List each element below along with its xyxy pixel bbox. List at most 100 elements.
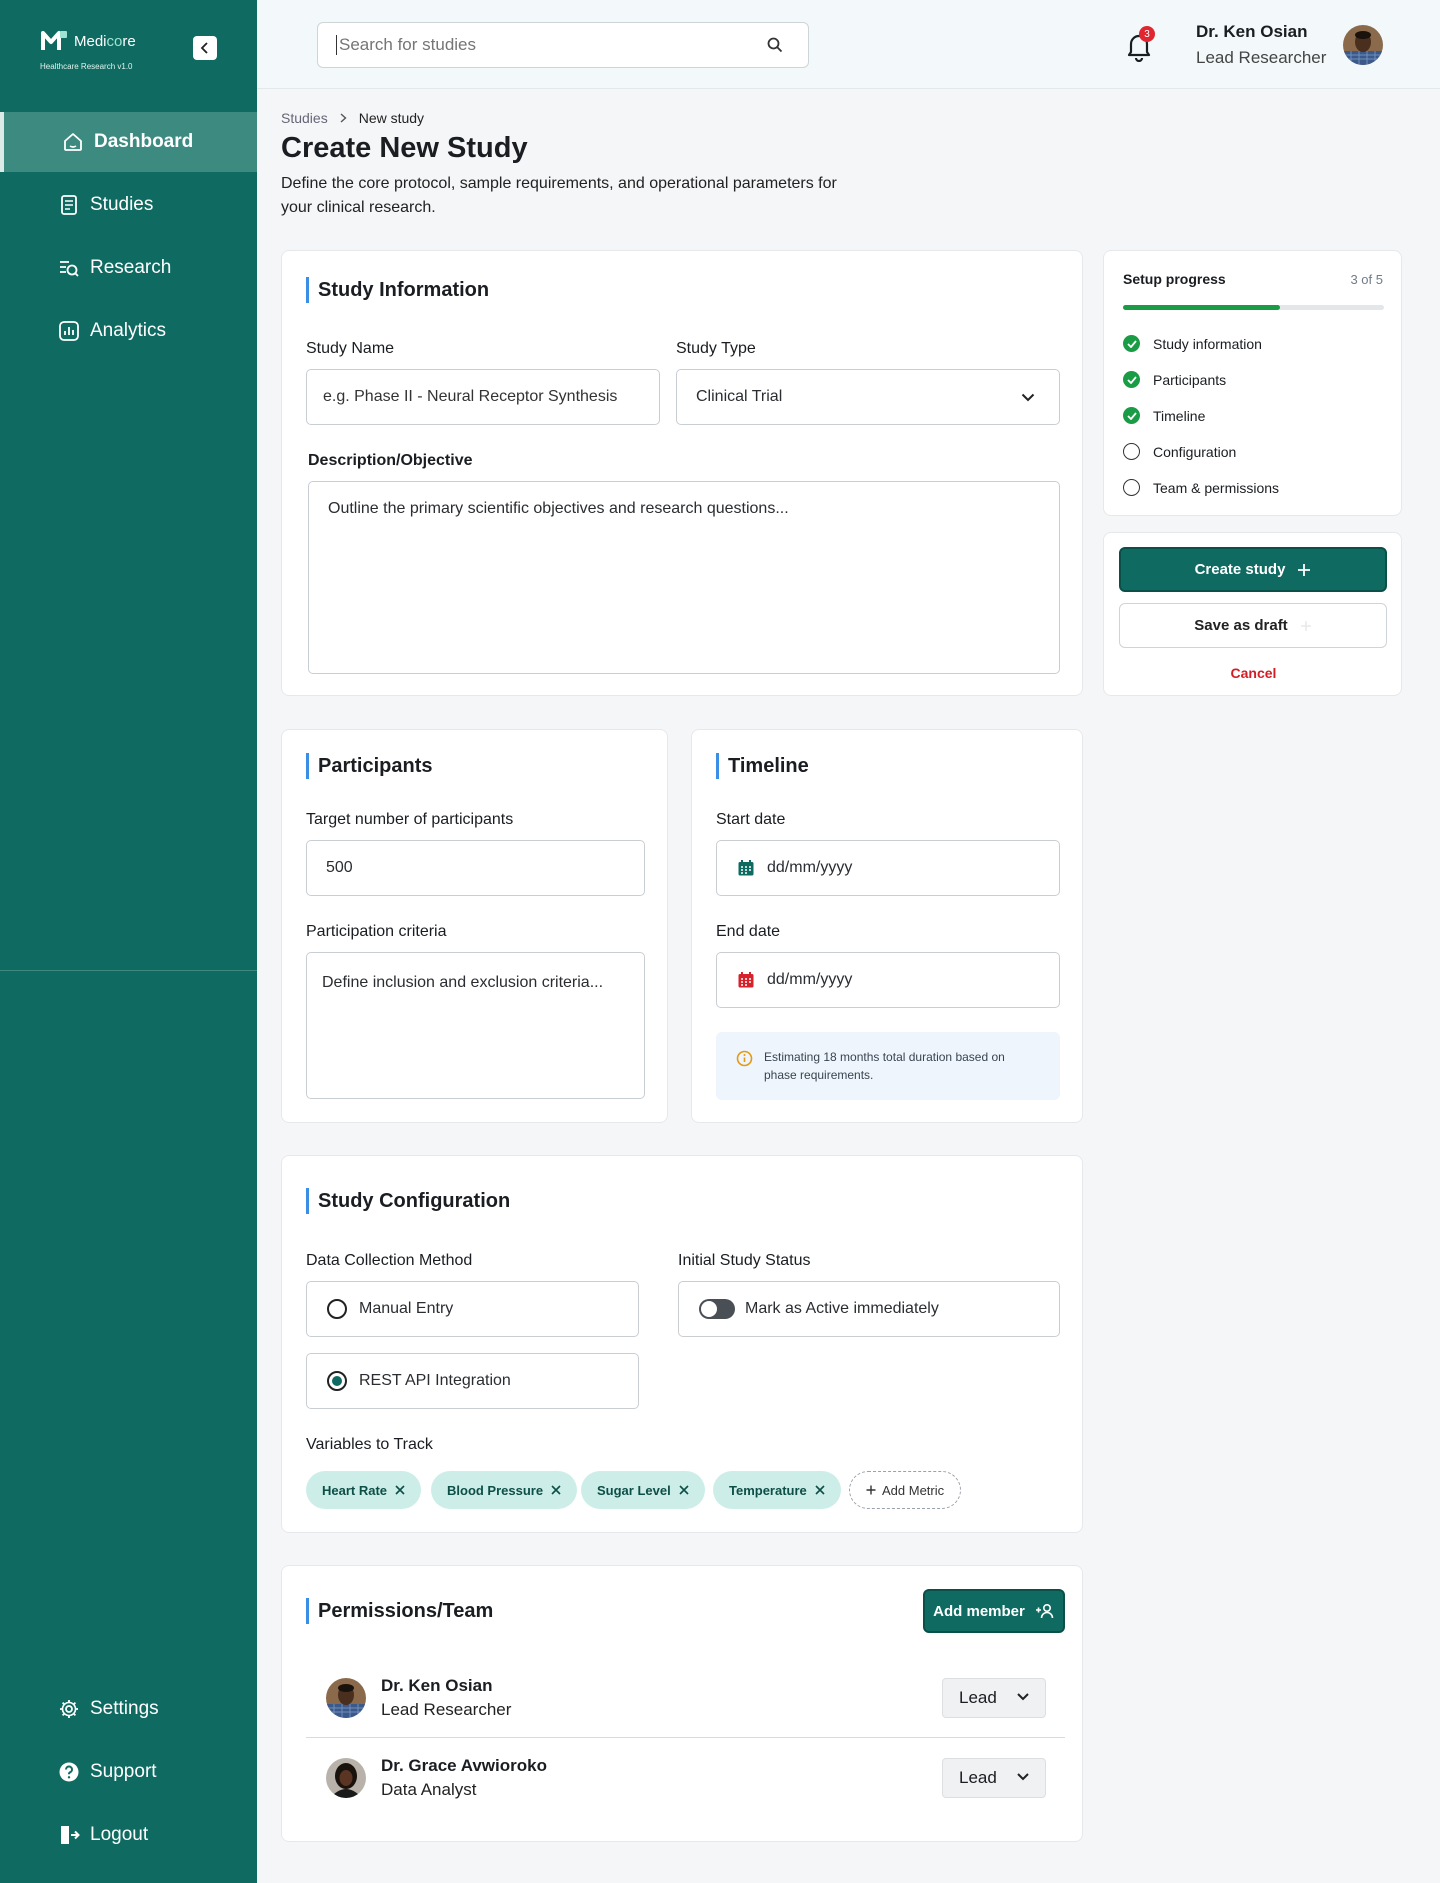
breadcrumb-parent[interactable]: Studies [281,110,328,126]
target-participants-input[interactable]: 500 [306,840,645,896]
permissions-team-card: Permissions/Team Add member Dr. Ken Osia… [281,1565,1083,1842]
user-avatar[interactable] [1343,25,1383,65]
member-avatar [326,1758,366,1798]
brand-name-accent: co [106,32,123,50]
sidebar-item-label: Support [90,1761,157,1782]
collapse-sidebar-button[interactable] [193,36,217,60]
add-member-label: Add member [933,1602,1025,1620]
actions-card: Create study Save as draft Cancel [1103,532,1402,696]
close-icon[interactable] [551,1482,561,1498]
active-status-toggle-field[interactable]: Mark as Active immediately [678,1281,1060,1337]
sidebar-item-research[interactable]: Research [0,238,257,298]
toggle-switch[interactable] [699,1299,735,1319]
add-member-button[interactable]: Add member [923,1589,1065,1633]
study-name-input[interactable]: e.g. Phase II - Neural Receptor Synthesi… [306,369,660,425]
sidebar-item-label: Research [90,257,172,278]
participation-criteria-placeholder: Define inclusion and exclusion criteria.… [322,974,604,991]
member-role: Data Analyst [381,1780,477,1799]
chevron-left-icon [200,42,208,54]
notification-badge: 3 [1139,26,1155,42]
permission-value: Lead [959,1688,997,1707]
rest-api-radio[interactable]: REST API Integration [306,1353,639,1409]
section-title: Study Information [306,277,489,303]
sidebar-item-studies[interactable]: Studies [0,175,257,235]
study-type-select[interactable]: Clinical Trial [676,369,1060,425]
study-information-card: Study Information Study Name e.g. Phase … [281,250,1083,696]
medicore-logo-icon [40,28,70,54]
breadcrumb: Studies New study [281,110,424,126]
member-role: Lead Researcher [381,1700,512,1719]
close-icon[interactable] [815,1482,825,1498]
brand-logo[interactable]: Medicore [40,28,136,54]
chip-label: Temperature [729,1482,807,1498]
member-permission-select[interactable]: Lead [942,1758,1046,1798]
check-circle-icon [1123,371,1140,388]
add-user-icon [1035,1603,1054,1619]
user-profile[interactable]: Dr. Ken Osian Lead Researcher [1196,22,1326,68]
data-collection-label: Data Collection Method [306,1252,473,1269]
sidebar-item-logout[interactable]: Logout [0,1805,257,1865]
variable-chip[interactable]: Temperature [713,1471,841,1509]
variable-chip[interactable]: Blood Pressure [431,1471,578,1509]
cancel-button[interactable]: Cancel [1104,665,1403,681]
step-label: Participants [1153,371,1227,388]
progress-step-study-information[interactable]: Study information [1123,335,1262,352]
plus-icon [1300,620,1311,631]
save-draft-label: Save as draft [1194,617,1288,634]
variable-chip[interactable]: Sugar Level [581,1471,705,1509]
progress-step-participants[interactable]: Participants [1123,371,1226,388]
variable-chip[interactable]: Heart Rate [306,1471,422,1509]
sidebar-item-label: Studies [90,194,154,215]
check-circle-icon [1123,407,1140,424]
add-metric-label: Add Metric [882,1482,945,1498]
search-box[interactable] [317,22,809,68]
progress-bar-fill [1123,305,1280,310]
radio-label: Manual Entry [359,1300,454,1317]
sidebar-item-settings[interactable]: Settings [0,1679,257,1739]
sidebar-nav: Dashboard Studies Research Analytics [0,112,257,364]
manual-entry-radio[interactable]: Manual Entry [306,1281,639,1337]
description-textarea[interactable]: Outline the primary scientific objective… [308,481,1060,674]
radio-unchecked-icon [327,1299,347,1319]
progress-step-timeline[interactable]: Timeline [1123,407,1205,424]
chevron-right-icon [340,110,347,126]
sidebar-item-dashboard[interactable]: Dashboard [0,112,257,172]
participation-criteria-textarea[interactable]: Define inclusion and exclusion criteria.… [306,952,645,1099]
search-icon[interactable] [766,36,784,59]
member-name: Dr. Ken Osian [381,1676,493,1695]
end-date-input[interactable]: dd/mm/yyyy [716,952,1060,1008]
sidebar-item-support[interactable]: Support [0,1742,257,1802]
calendar-icon [738,860,754,876]
end-date-label: End date [716,923,781,940]
target-participants-label: Target number of participants [306,811,514,828]
check-circle-icon [1123,335,1140,352]
progress-step-configuration[interactable]: Configuration [1123,443,1236,460]
study-name-placeholder: e.g. Phase II - Neural Receptor Synthesi… [323,388,618,405]
end-date-placeholder: dd/mm/yyyy [767,971,853,988]
brand-name-main: Medi [74,32,107,50]
create-study-label: Create study [1194,561,1286,578]
top-header: 3 Dr. Ken Osian Lead Researcher [257,0,1440,89]
target-participants-value: 500 [326,859,353,876]
start-date-input[interactable]: dd/mm/yyyy [716,840,1060,896]
member-name: Dr. Grace Avwioroko [381,1756,547,1775]
search-input[interactable] [336,35,756,55]
close-icon[interactable] [395,1482,405,1498]
progress-step-team-permissions[interactable]: Team & permissions [1123,479,1279,496]
chevron-down-icon [1017,1773,1029,1781]
chevron-down-icon [1017,1693,1029,1701]
create-study-button[interactable]: Create study [1119,547,1387,592]
add-metric-button[interactable]: Add Metric [849,1471,962,1509]
close-icon[interactable] [679,1482,689,1498]
duration-info-text: Estimating 18 months total duration base… [764,1050,1005,1082]
help-icon [58,1761,80,1783]
radio-label: REST API Integration [359,1372,511,1389]
chip-label: Sugar Level [597,1482,671,1498]
permission-value: Lead [959,1768,997,1787]
study-configuration-card: Study Configuration Data Collection Meth… [281,1155,1083,1533]
brand-name-tail: re [122,32,136,50]
sidebar-item-analytics[interactable]: Analytics [0,301,257,361]
info-icon [736,1050,753,1067]
member-permission-select[interactable]: Lead [942,1678,1046,1718]
save-draft-button[interactable]: Save as draft [1119,603,1387,648]
